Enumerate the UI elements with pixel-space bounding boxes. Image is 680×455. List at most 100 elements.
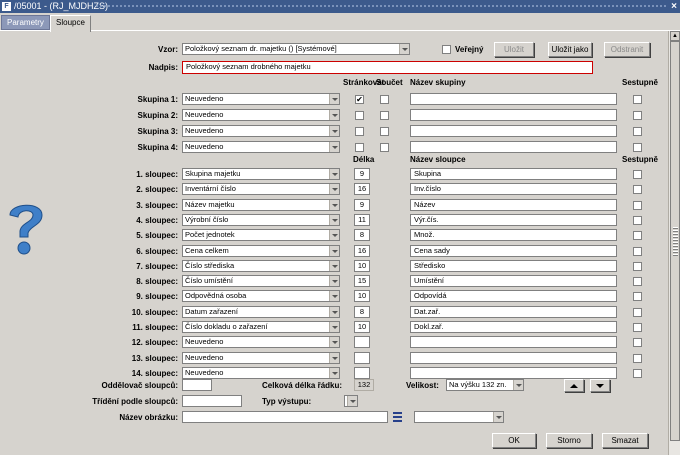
nazev-skupiny-input[interactable] bbox=[410, 109, 617, 121]
group-select[interactable]: Neuvedeno bbox=[182, 93, 340, 105]
obrazek-select[interactable] bbox=[414, 411, 504, 423]
column-select[interactable]: Číslo dokladu o zařazení bbox=[182, 321, 340, 333]
nazev-skupiny-input[interactable] bbox=[410, 93, 617, 105]
tab-parametry[interactable]: Parametry bbox=[1, 15, 50, 30]
nazev-sloupce-input[interactable]: Skupina bbox=[410, 168, 617, 180]
sestupne-checkbox[interactable] bbox=[633, 369, 642, 378]
nazev-obrazku-input[interactable] bbox=[182, 411, 388, 423]
velikost-select[interactable]: Na výšku 132 zn. bbox=[446, 379, 524, 391]
nazev-sloupce-input[interactable]: Výr.čís. bbox=[410, 214, 617, 226]
nazev-sloupce-input[interactable]: Dokl.zař. bbox=[410, 321, 617, 333]
sestupne-checkbox[interactable] bbox=[633, 338, 642, 347]
sestupne-checkbox[interactable] bbox=[633, 216, 642, 225]
column-select[interactable]: Neuvedeno bbox=[182, 352, 340, 364]
delka-input[interactable]: 8 bbox=[354, 306, 370, 318]
group-select[interactable]: Neuvedeno bbox=[182, 141, 340, 153]
chevron-down-icon[interactable] bbox=[329, 200, 339, 210]
delka-input[interactable]: 10 bbox=[354, 260, 370, 272]
delka-input[interactable] bbox=[354, 336, 370, 348]
chevron-down-icon[interactable] bbox=[329, 322, 339, 332]
ulozit-jako-button[interactable]: Uložit jako bbox=[548, 42, 592, 57]
chevron-down-icon[interactable] bbox=[329, 215, 339, 225]
oddelovac-input[interactable] bbox=[182, 379, 212, 391]
sestupne-checkbox[interactable] bbox=[633, 170, 642, 179]
group-select[interactable]: Neuvedeno bbox=[182, 125, 340, 137]
soucet-checkbox[interactable] bbox=[380, 111, 389, 120]
delka-input[interactable]: 10 bbox=[354, 290, 370, 302]
delka-input[interactable]: 9 bbox=[354, 199, 370, 211]
chevron-down-icon[interactable] bbox=[399, 44, 409, 54]
nazev-skupiny-input[interactable] bbox=[410, 141, 617, 153]
nazev-sloupce-input[interactable] bbox=[410, 367, 617, 379]
odstranit-button[interactable]: Odstranit bbox=[604, 42, 650, 57]
nazev-sloupce-input[interactable] bbox=[410, 336, 617, 348]
tab-sloupce[interactable]: Sloupce bbox=[50, 15, 91, 32]
chevron-down-icon[interactable] bbox=[329, 276, 339, 286]
sestupne-checkbox[interactable] bbox=[633, 201, 642, 210]
chevron-down-icon[interactable] bbox=[329, 94, 339, 104]
chevron-down-icon[interactable] bbox=[329, 184, 339, 194]
chevron-down-icon[interactable] bbox=[329, 246, 339, 256]
typ-vystupu-select[interactable] bbox=[344, 395, 358, 407]
chevron-down-icon[interactable] bbox=[329, 142, 339, 152]
sestupne-checkbox[interactable] bbox=[633, 95, 642, 104]
delka-input[interactable]: 9 bbox=[354, 168, 370, 180]
strankovat-checkbox[interactable] bbox=[355, 111, 364, 120]
sestupne-checkbox[interactable] bbox=[633, 143, 642, 152]
nazev-sloupce-input[interactable]: Dat.zař. bbox=[410, 306, 617, 318]
chevron-down-icon[interactable] bbox=[513, 380, 523, 390]
smazat-button[interactable]: Smazat bbox=[602, 433, 648, 448]
chevron-down-icon[interactable] bbox=[329, 169, 339, 179]
delka-input[interactable]: 11 bbox=[354, 214, 370, 226]
sestupne-checkbox[interactable] bbox=[633, 111, 642, 120]
sestupne-checkbox[interactable] bbox=[633, 308, 642, 317]
sestupne-checkbox[interactable] bbox=[633, 185, 642, 194]
nazev-sloupce-input[interactable]: Umístění bbox=[410, 275, 617, 287]
delka-input[interactable]: 10 bbox=[354, 321, 370, 333]
delka-input[interactable]: 15 bbox=[354, 275, 370, 287]
sestupne-checkbox[interactable] bbox=[633, 292, 642, 301]
strankovat-checkbox[interactable]: ✔ bbox=[355, 95, 364, 104]
column-select[interactable]: Číslo umístění bbox=[182, 275, 340, 287]
soucet-checkbox[interactable] bbox=[380, 143, 389, 152]
nazev-skupiny-input[interactable] bbox=[410, 125, 617, 137]
chevron-down-icon[interactable] bbox=[329, 368, 339, 378]
nadpis-input[interactable]: Položkový seznam drobného majetku bbox=[182, 61, 593, 74]
ok-button[interactable]: OK bbox=[492, 433, 536, 448]
scroll-thumb[interactable] bbox=[670, 41, 680, 441]
column-select[interactable]: Skupina majetku bbox=[182, 168, 340, 180]
chevron-down-icon[interactable] bbox=[329, 291, 339, 301]
column-select[interactable]: Výrobní číslo bbox=[182, 214, 340, 226]
column-select[interactable]: Neuvedeno bbox=[182, 336, 340, 348]
chevron-down-icon[interactable] bbox=[329, 230, 339, 240]
vertical-scrollbar[interactable]: ▲ bbox=[668, 31, 680, 455]
close-icon[interactable]: × bbox=[671, 0, 677, 13]
delka-input[interactable]: 16 bbox=[354, 183, 370, 195]
soucet-checkbox[interactable] bbox=[380, 95, 389, 104]
move-down-button[interactable] bbox=[590, 379, 610, 392]
nazev-sloupce-input[interactable]: Inv.číslo bbox=[410, 183, 617, 195]
strankovat-checkbox[interactable] bbox=[355, 143, 364, 152]
sestupne-checkbox[interactable] bbox=[633, 127, 642, 136]
trideni-input[interactable] bbox=[182, 395, 242, 407]
ulozit-button[interactable]: Uložit bbox=[494, 42, 534, 57]
column-select[interactable]: Odpovědná osoba bbox=[182, 290, 340, 302]
chevron-down-icon[interactable] bbox=[329, 261, 339, 271]
nazev-sloupce-input[interactable]: Množ. bbox=[410, 229, 617, 241]
list-icon[interactable] bbox=[393, 411, 402, 423]
chevron-down-icon[interactable] bbox=[329, 110, 339, 120]
nazev-sloupce-input[interactable]: Cena sady bbox=[410, 245, 617, 257]
sestupne-checkbox[interactable] bbox=[633, 231, 642, 240]
soucet-checkbox[interactable] bbox=[380, 127, 389, 136]
nazev-sloupce-input[interactable]: Středisko bbox=[410, 260, 617, 272]
nazev-sloupce-input[interactable] bbox=[410, 352, 617, 364]
chevron-down-icon[interactable] bbox=[347, 396, 357, 406]
verejny-checkbox[interactable] bbox=[442, 45, 451, 54]
sestupne-checkbox[interactable] bbox=[633, 262, 642, 271]
column-select[interactable]: Inventární číslo bbox=[182, 183, 340, 195]
chevron-down-icon[interactable] bbox=[329, 307, 339, 317]
nazev-sloupce-input[interactable]: Odpovídá bbox=[410, 290, 617, 302]
delka-input[interactable]: 16 bbox=[354, 245, 370, 257]
column-select[interactable]: Název majetku bbox=[182, 199, 340, 211]
delka-input[interactable]: 8 bbox=[354, 229, 370, 241]
